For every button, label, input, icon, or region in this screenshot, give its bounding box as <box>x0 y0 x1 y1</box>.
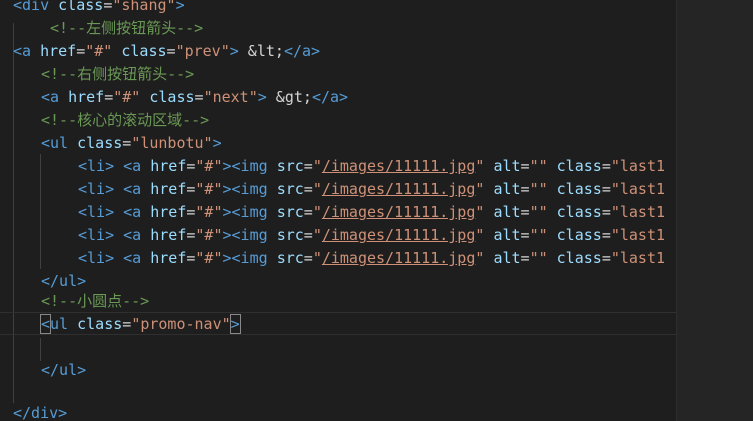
code-line-promo-open: <ul class="promo-nav"> <box>41 313 240 336</box>
code-line-promo-close: </ul> <box>41 359 86 382</box>
indent-guide <box>40 338 41 361</box>
code-line-li: <li> <a href="#"><img src="/images/11111… <box>78 224 665 247</box>
indent-guide <box>13 23 14 403</box>
code-line-div-open: <div class="shang"> <box>13 0 185 17</box>
code-comment-left-arrow: <!--左侧按钮箭头--> <box>50 17 203 40</box>
code-comment-core-area: <!--核心的滚动区域--> <box>41 109 209 132</box>
code-line-prev-link: <a href="#" class="prev"> &lt;</a> <box>13 40 320 63</box>
matching-bracket: < <box>41 315 50 333</box>
code-editor[interactable]: <div class="shang"> <!--左侧按钮箭头--> <a hre… <box>0 0 676 421</box>
minimap[interactable] <box>676 0 753 421</box>
code-line-ul-open: <ul class="lunbotu"> <box>41 132 222 155</box>
code-comment-dots: <!--小圆点--> <box>41 290 149 313</box>
indent-guide <box>40 154 41 269</box>
code-line-li: <li> <a href="#"><img src="/images/11111… <box>78 155 665 178</box>
code-line-li: <li> <a href="#"><img src="/images/11111… <box>78 247 665 270</box>
matching-bracket: > <box>231 315 240 333</box>
code-line-next-link: <a href="#" class="next"> &gt;</a> <box>41 86 348 109</box>
code-comment-right-arrow: <!--右侧按钮箭头--> <box>41 63 194 86</box>
code-line-li: <li> <a href="#"><img src="/images/11111… <box>78 201 665 224</box>
code-line-li: <li> <a href="#"><img src="/images/11111… <box>78 178 665 201</box>
code-line-div-close: </div> <box>13 402 67 421</box>
